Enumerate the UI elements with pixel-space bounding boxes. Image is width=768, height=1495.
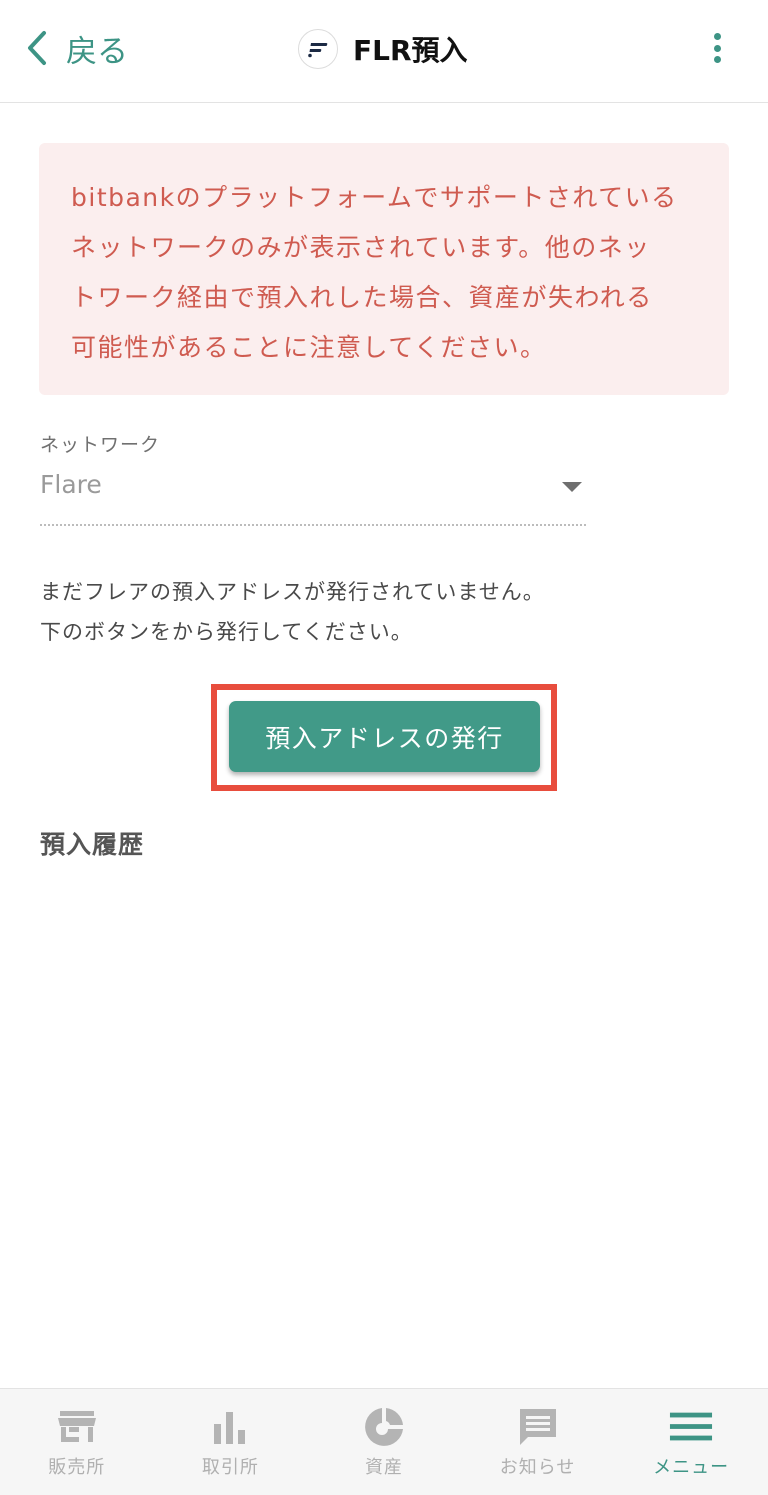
nav-label: メニュー	[653, 1457, 730, 1478]
nav-label: 取引所	[201, 1457, 259, 1478]
warning-line: ネットワークのみが表示されています。他のネッ	[71, 233, 651, 262]
no-address-message: まだフレアの預入アドレスが発行されていません。 下のボタンをから発行してください…	[40, 572, 545, 652]
deposit-history-heading: 預入履歴	[40, 830, 145, 859]
nav-item-news[interactable]: お知らせ	[461, 1389, 615, 1495]
deposit-screen: 戻る FLR預入 bitbankのプラットフォームでサポートされている ネットワ…	[0, 0, 768, 1495]
bar-chart-icon	[208, 1407, 252, 1447]
back-button[interactable]: 戻る	[26, 24, 128, 72]
network-label: ネットワーク	[40, 434, 161, 456]
network-select[interactable]: Flare	[40, 466, 586, 526]
issue-deposit-address-button[interactable]: 預入アドレスの発行	[229, 701, 540, 772]
nav-item-menu[interactable]: メニュー	[614, 1389, 768, 1495]
page-title: FLR預入	[353, 34, 468, 67]
nav-label: 資産	[364, 1457, 403, 1478]
more-options-icon[interactable]	[702, 28, 732, 68]
store-icon	[55, 1407, 99, 1447]
back-label: 戻る	[66, 33, 128, 70]
info-line: まだフレアの預入アドレスが発行されていません。	[40, 580, 545, 604]
page-title-group: FLR預入	[298, 28, 468, 70]
warning-line: トワーク経由で預入れした場合、資産が失われる	[71, 283, 653, 312]
warning-line: 可能性があることに注意してください。	[71, 333, 547, 362]
bottom-navigation: 販売所 取引所 資産 お知らせ メニュー	[0, 1388, 768, 1495]
info-line: 下のボタンをから発行してください。	[40, 620, 413, 644]
chevron-left-icon	[26, 24, 56, 72]
caret-down-icon	[562, 482, 582, 492]
app-header: 戻る FLR預入	[0, 0, 768, 103]
nav-label: 販売所	[48, 1457, 106, 1478]
nav-item-exchange[interactable]: 取引所	[154, 1389, 308, 1495]
pie-chart-icon	[362, 1407, 406, 1447]
nav-item-store[interactable]: 販売所	[0, 1389, 154, 1495]
flare-coin-icon	[298, 29, 338, 69]
message-icon	[516, 1407, 560, 1447]
network-selected-value: Flare	[40, 470, 102, 499]
network-warning-box: bitbankのプラットフォームでサポートされている ネットワークのみが表示され…	[39, 143, 729, 395]
warning-line: bitbankのプラットフォームでサポートされている	[71, 183, 678, 212]
menu-icon	[669, 1407, 713, 1447]
nav-label: お知らせ	[499, 1457, 576, 1478]
nav-item-assets[interactable]: 資産	[307, 1389, 461, 1495]
